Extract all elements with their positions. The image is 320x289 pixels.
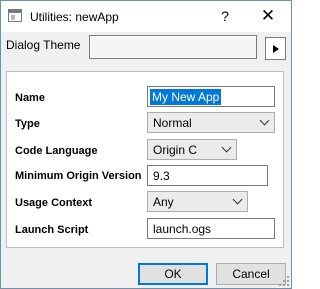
name-label: Name — [15, 92, 45, 104]
help-button[interactable]: ? — [213, 5, 237, 27]
dialog-window: Utilities: newApp ? ✕ Dialog Theme Name … — [0, 0, 292, 289]
type-dropdown[interactable]: Normal — [147, 112, 275, 133]
min-version-label: Minimum Origin Version — [15, 170, 142, 182]
resize-grip-icon[interactable] — [279, 276, 289, 286]
play-arrow-icon — [273, 45, 279, 53]
type-label: Type — [15, 118, 40, 130]
chevron-down-icon — [221, 142, 232, 153]
code-language-label: Code Language — [15, 145, 98, 157]
chevron-down-icon — [259, 115, 270, 126]
usage-context-dropdown-value: Any — [153, 195, 174, 209]
launch-script-label: Launch Script — [15, 224, 89, 236]
dialog-theme-field[interactable] — [89, 35, 257, 59]
usage-context-dropdown[interactable]: Any — [147, 191, 248, 212]
code-language-dropdown-value: Origin C — [153, 143, 198, 157]
launch-script-input-value: launch.ogs — [153, 222, 212, 236]
title-bar[interactable]: Utilities: newApp ? ✕ — [1, 1, 291, 32]
app-window-icon — [8, 9, 22, 22]
name-input-value: My New App — [150, 89, 222, 105]
code-language-dropdown[interactable]: Origin C — [147, 139, 237, 160]
min-version-input-value: 9.3 — [153, 169, 170, 183]
type-dropdown-value: Normal — [153, 116, 192, 130]
window-title: Utilities: newApp — [30, 10, 119, 24]
name-input[interactable]: My New App — [147, 86, 275, 107]
usage-context-label: Usage Context — [15, 197, 93, 209]
settings-panel: Name My New App Type Normal Code Languag… — [6, 71, 284, 248]
close-button[interactable]: ✕ — [253, 4, 283, 28]
chevron-down-icon — [232, 194, 243, 205]
dialog-theme-menu-button[interactable] — [265, 37, 286, 60]
dialog-theme-label: Dialog Theme — [6, 38, 81, 52]
ok-button[interactable]: OK — [138, 263, 208, 285]
launch-script-input[interactable]: launch.ogs — [147, 218, 275, 239]
min-version-input[interactable]: 9.3 — [147, 165, 268, 186]
cancel-button[interactable]: Cancel — [216, 263, 286, 285]
